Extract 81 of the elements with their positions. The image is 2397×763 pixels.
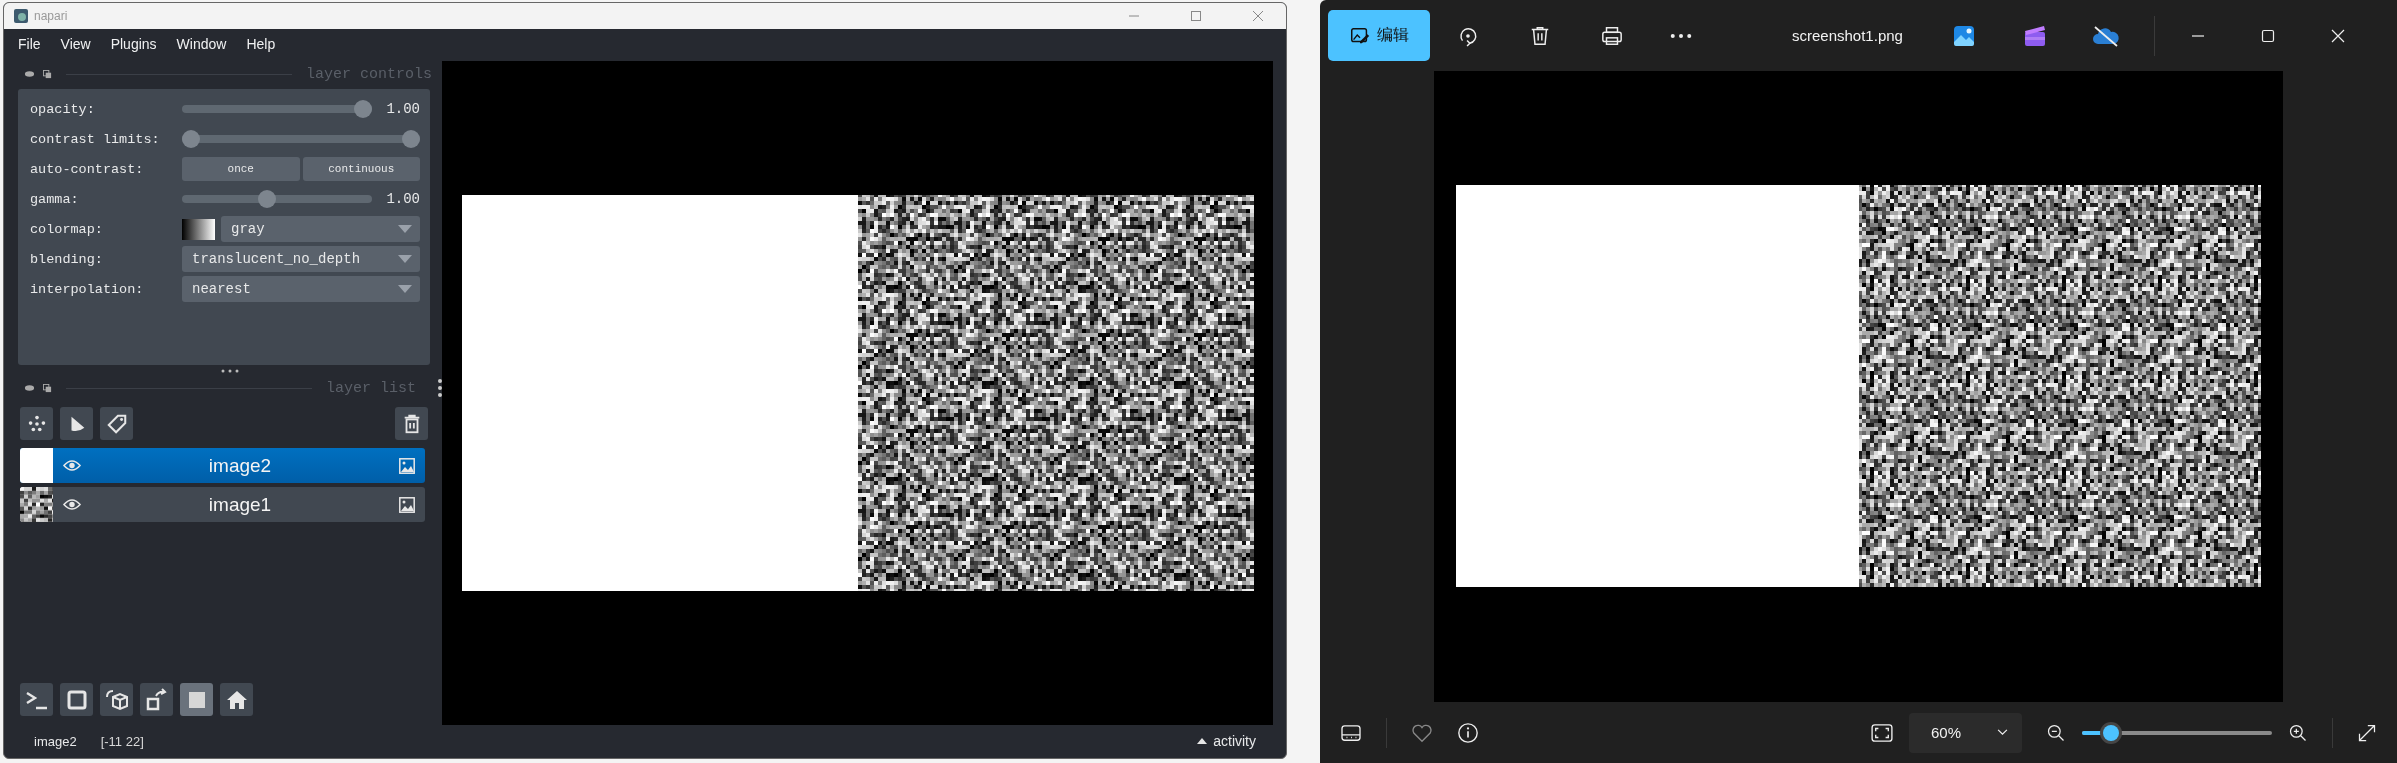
cloud-off-icon[interactable] xyxy=(2091,24,2120,47)
slider-thumb[interactable] xyxy=(182,130,200,148)
more-icon[interactable] xyxy=(438,378,442,398)
auto-contrast-button[interactable]: continuous xyxy=(302,157,420,181)
control-label: contrast limits: xyxy=(30,131,161,147)
zoom-dropdown[interactable]: 60% xyxy=(1909,712,2022,753)
grid-button[interactable] xyxy=(180,683,213,716)
chevron-icon xyxy=(1997,729,2008,736)
layer-row[interactable]: image2 xyxy=(20,448,425,483)
filmstrip-icon[interactable] xyxy=(1340,723,1362,742)
console-button[interactable] xyxy=(20,683,53,716)
splitter-handle[interactable] xyxy=(220,369,240,373)
delete-icon[interactable] xyxy=(1529,24,1551,47)
menu-item[interactable]: Help xyxy=(246,36,276,52)
file-name: screenshot1.png xyxy=(1792,27,1903,44)
image-icon xyxy=(399,457,415,474)
slider[interactable] xyxy=(182,190,372,208)
caret-icon xyxy=(398,225,412,233)
info-icon[interactable] xyxy=(1457,721,1479,744)
zoom-out-icon[interactable] xyxy=(2046,722,2066,743)
layer-thumbnail xyxy=(20,448,53,483)
float-icon[interactable] xyxy=(43,383,52,393)
control-label: auto-contrast: xyxy=(30,161,145,177)
image-icon xyxy=(399,496,415,513)
new-labels-button[interactable] xyxy=(100,407,133,440)
2d-view-button[interactable] xyxy=(60,683,93,716)
menu-item[interactable]: Plugins xyxy=(110,36,157,52)
status-coordinates: [-11 22] xyxy=(100,733,144,749)
tag-icon xyxy=(105,412,128,435)
control-label: colormap: xyxy=(30,221,104,237)
control-label: blending: xyxy=(30,251,104,267)
control-label: gamma: xyxy=(30,191,80,207)
layer-name: image1 xyxy=(207,493,273,516)
menu-item[interactable]: View xyxy=(60,36,91,52)
fit-to-window-icon[interactable] xyxy=(1871,723,1893,742)
auto-contrast-button[interactable]: once xyxy=(182,157,300,181)
transpose-icon xyxy=(144,687,169,712)
panel-title: layer list xyxy=(326,379,416,397)
transpose-button[interactable] xyxy=(140,683,173,716)
panel-title: layer controls xyxy=(305,65,432,83)
caret-icon xyxy=(398,255,412,263)
roll-dimensions-button[interactable] xyxy=(100,683,133,716)
video-editor-icon[interactable] xyxy=(2022,23,2047,48)
slider-thumb[interactable] xyxy=(402,130,420,148)
layer-row[interactable]: image1 xyxy=(20,487,425,522)
print-icon[interactable] xyxy=(1601,24,1623,47)
slider-thumb[interactable] xyxy=(257,190,276,208)
edit-button[interactable]: 编辑 xyxy=(1328,10,1430,61)
float-icon[interactable] xyxy=(43,69,52,79)
photo-app-icon[interactable] xyxy=(1951,23,1976,48)
menu-item[interactable]: Window xyxy=(176,36,227,52)
status-layer: image2 xyxy=(34,733,77,749)
delete-button[interactable] xyxy=(395,407,428,440)
caret-icon xyxy=(398,285,412,293)
dropdown[interactable]: translucent_no_depth xyxy=(182,246,420,272)
control-label: opacity: xyxy=(30,101,96,117)
more-icon[interactable] xyxy=(1670,32,1692,39)
new-points-button[interactable] xyxy=(20,407,53,440)
control-label: interpolation: xyxy=(30,281,145,297)
heart-icon[interactable] xyxy=(1411,722,1433,743)
zoom-slider[interactable] xyxy=(2082,724,2272,741)
dropdown[interactable]: nearest xyxy=(182,276,420,302)
app-icon xyxy=(14,9,28,23)
colormap-swatch xyxy=(182,218,215,240)
home-button[interactable] xyxy=(220,683,253,716)
range-slider[interactable] xyxy=(182,130,420,148)
menu-item[interactable]: File xyxy=(18,36,41,52)
slider[interactable] xyxy=(182,100,372,118)
window-title: napari xyxy=(34,9,68,23)
slider-thumb[interactable] xyxy=(354,100,372,118)
activity-button[interactable]: activity xyxy=(1197,733,1256,749)
slider-value: 1.00 xyxy=(385,101,420,117)
caret-icon xyxy=(1197,738,1208,744)
new-shapes-button[interactable] xyxy=(60,407,93,440)
slider-thumb[interactable] xyxy=(2102,724,2119,741)
cube-icon xyxy=(104,687,129,712)
zoom-in-icon[interactable] xyxy=(2288,722,2308,743)
colormap-dropdown[interactable]: gray xyxy=(221,216,420,242)
expand-icon[interactable] xyxy=(2357,722,2377,743)
slider-value: 1.00 xyxy=(385,191,420,207)
layer-name: image2 xyxy=(207,454,273,477)
